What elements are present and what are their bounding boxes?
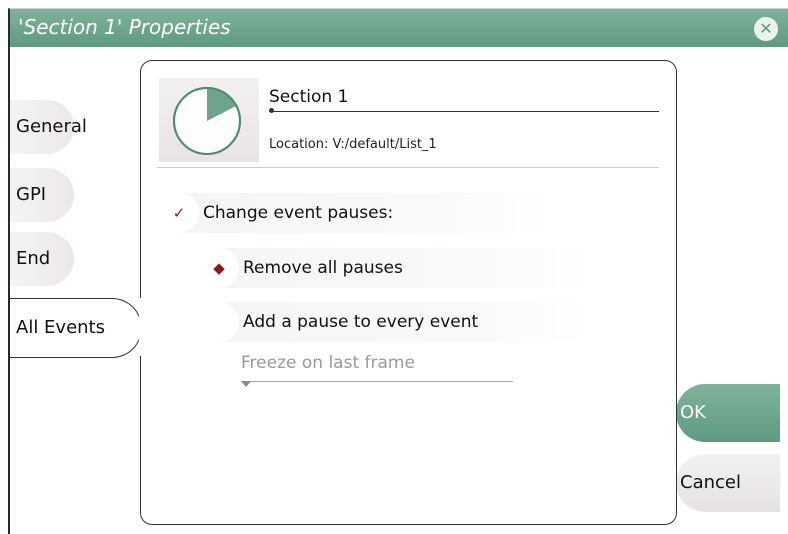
cursor-dot [269,108,274,113]
cancel-button[interactable]: Cancel [676,454,780,512]
dropdown-underline [241,381,513,382]
all-events-panel: Section 1 Location: V:/default/List_1 ✓ … [140,60,677,525]
remove-all-pauses-radio[interactable]: ◆ Remove all pauses [199,248,587,288]
title-bar: 'Section 1' Properties ✕ [10,9,788,47]
radio-label: Remove all pauses [243,258,403,278]
section-name-underline [269,111,659,112]
tab-general[interactable]: General [10,100,87,154]
close-icon[interactable]: ✕ [754,17,778,41]
ok-label: OK [680,402,706,423]
freeze-dropdown[interactable]: Freeze on last frame [241,353,415,373]
properties-dialog: 'Section 1' Properties ✕ General GPI End… [8,8,788,534]
tab-end[interactable]: End [10,232,74,286]
chevron-down-icon[interactable] [241,381,251,387]
add-pause-radio[interactable]: Add a pause to every event [199,302,587,342]
tab-label: End [16,248,51,269]
tab-gpi[interactable]: GPI [10,168,74,222]
radio-selected-icon: ◆ [199,248,239,288]
tab-all-events[interactable]: All Events [10,298,142,358]
tab-label: All Events [16,317,105,338]
tab-label: GPI [16,184,47,205]
ok-button[interactable]: OK [676,384,780,442]
tab-label: General [16,116,87,137]
tab-joint [139,298,145,356]
checkmark-icon: ✓ [159,193,199,233]
window-title: 'Section 1' Properties [18,15,231,39]
location-text: Location: V:/default/List_1 [269,137,437,152]
pie-clock-icon [159,78,259,162]
checkbox-label: Change event pauses: [203,203,394,223]
cancel-label: Cancel [680,472,741,493]
radio-empty-icon [199,302,239,342]
radio-label: Add a pause to every event [243,312,479,332]
change-event-pauses-checkbox[interactable]: ✓ Change event pauses: [159,193,547,233]
divider [157,167,659,168]
section-name[interactable]: Section 1 [269,87,348,107]
